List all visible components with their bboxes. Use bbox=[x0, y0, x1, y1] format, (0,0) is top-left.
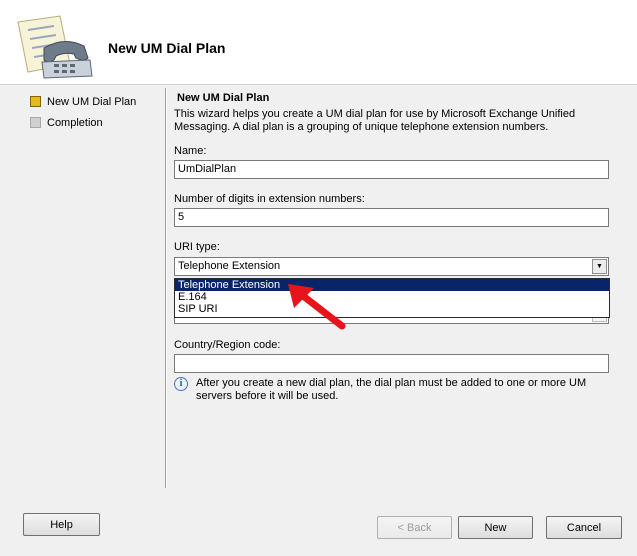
wizard-description: This wizard helps you create a UM dial p… bbox=[174, 108, 576, 133]
name-label: Name: bbox=[174, 145, 207, 157]
section-title: New UM Dial Plan bbox=[177, 92, 270, 104]
step-inactive-bullet-icon bbox=[30, 117, 41, 128]
red-annotation-arrow-icon bbox=[288, 284, 346, 330]
uri-type-selected-value: Telephone Extension bbox=[178, 260, 281, 272]
back-button[interactable]: < Back bbox=[377, 516, 452, 539]
uri-type-options-list[interactable]: Telephone Extension E.164 SIP URI bbox=[174, 278, 610, 318]
step-active-bullet-icon bbox=[30, 96, 41, 107]
wizard-header: New UM Dial Plan bbox=[0, 0, 637, 85]
help-button[interactable]: Help bbox=[23, 513, 100, 536]
uri-option-sip-uri[interactable]: SIP URI bbox=[175, 303, 609, 315]
wizard-title: New UM Dial Plan bbox=[108, 40, 226, 56]
nav-step-label: New UM Dial Plan bbox=[47, 96, 137, 108]
digits-label: Number of digits in extension numbers: bbox=[174, 193, 365, 205]
digits-input[interactable]: 5 bbox=[174, 208, 609, 227]
uri-type-label: URI type: bbox=[174, 241, 220, 253]
cancel-button[interactable]: Cancel bbox=[546, 516, 622, 539]
country-code-input[interactable] bbox=[174, 354, 609, 373]
nav-step-new-um-dial-plan[interactable]: New UM Dial Plan bbox=[30, 94, 160, 115]
info-text: After you create a new dial plan, the di… bbox=[196, 377, 587, 402]
wizard-steps-nav: New UM Dial Plan Completion bbox=[30, 94, 160, 136]
uri-option-telephone-extension[interactable]: Telephone Extension bbox=[175, 279, 609, 291]
info-icon: i bbox=[174, 377, 188, 391]
country-code-label: Country/Region code: bbox=[174, 339, 281, 351]
dial-plan-telephone-icon bbox=[17, 15, 93, 79]
dropdown-arrow-icon[interactable]: ▼ bbox=[592, 259, 607, 274]
nav-divider bbox=[165, 88, 166, 488]
name-input[interactable]: UmDialPlan bbox=[174, 160, 609, 179]
info-note: i After you create a new dial plan, the … bbox=[174, 377, 610, 407]
uri-option-e164[interactable]: E.164 bbox=[175, 291, 609, 303]
nav-step-label: Completion bbox=[47, 117, 103, 129]
uri-type-dropdown[interactable]: Telephone Extension ▼ bbox=[174, 257, 609, 276]
nav-step-completion[interactable]: Completion bbox=[30, 115, 160, 136]
new-button[interactable]: New bbox=[458, 516, 533, 539]
